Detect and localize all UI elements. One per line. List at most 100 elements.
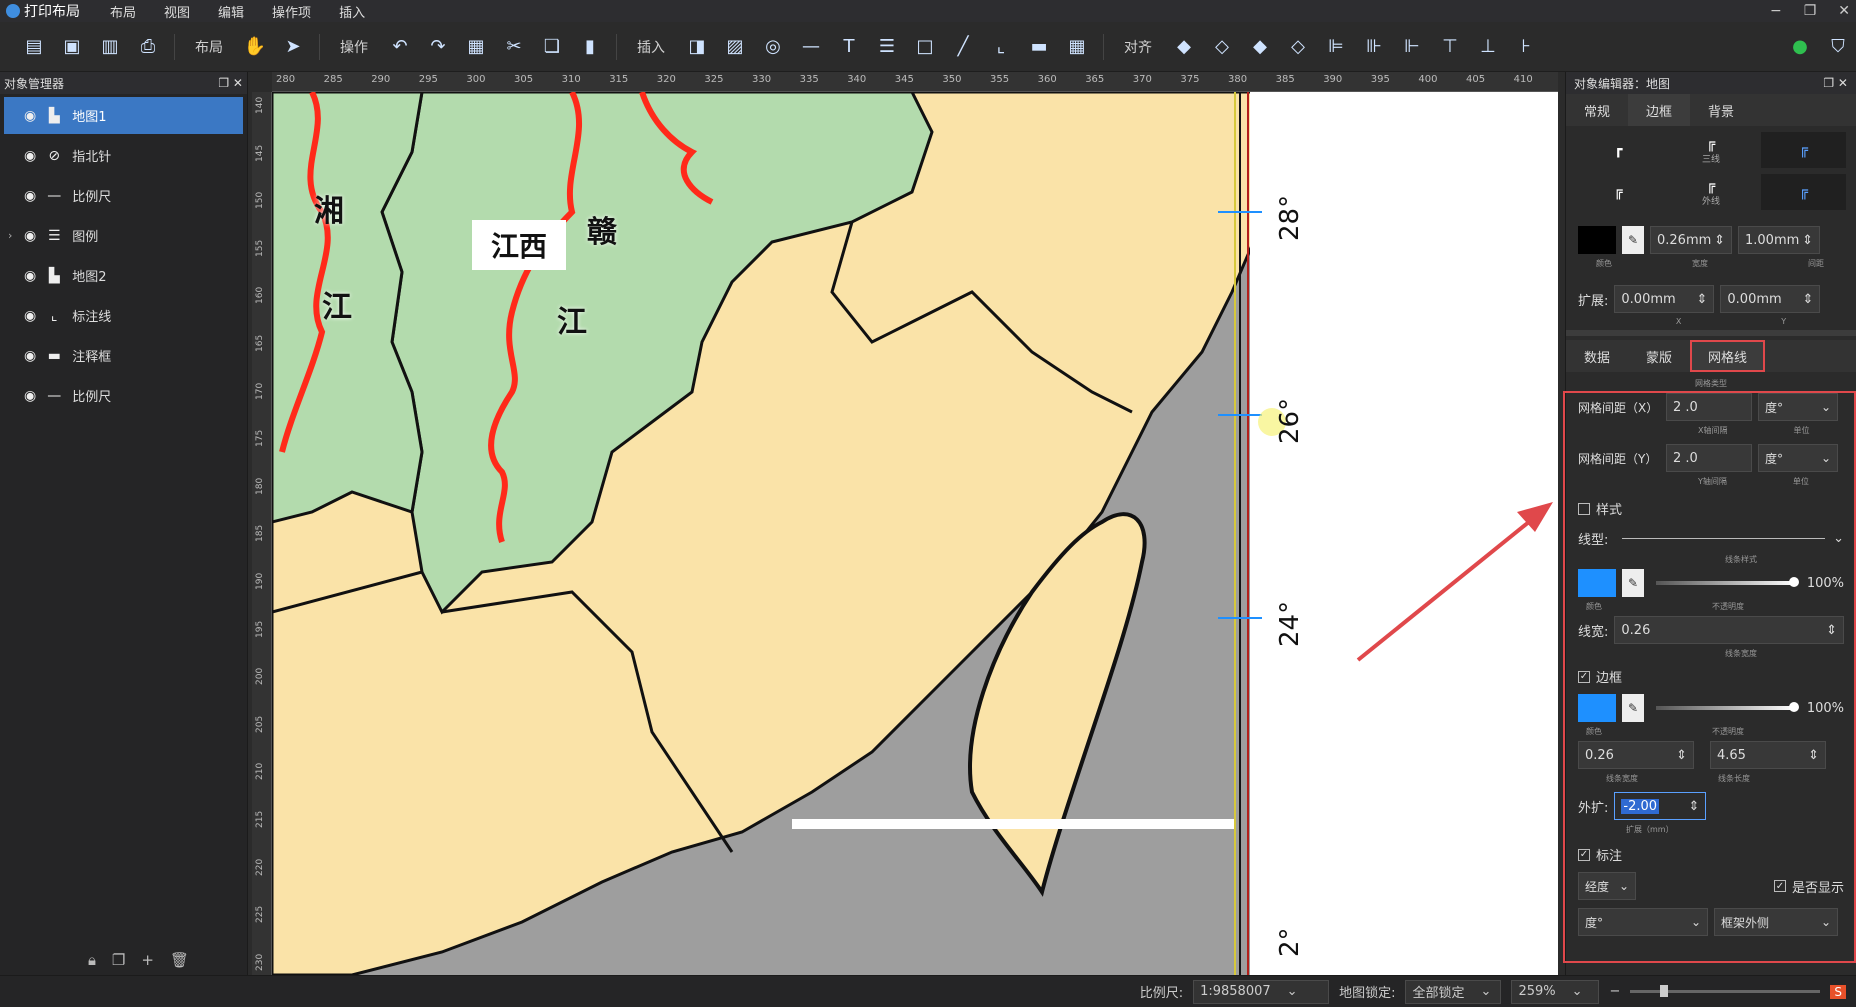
restore-icon[interactable]: ❐ [1804,0,1817,22]
insert-text-icon[interactable]: T [837,35,861,59]
align-center-h-icon[interactable]: ⊪ [1362,35,1386,59]
layer-bottom-icon[interactable]: ◇ [1286,35,1310,59]
menu-layout[interactable]: 布局 [96,2,150,21]
add-icon[interactable]: + [141,951,154,969]
eye-icon[interactable]: ◉ [24,308,36,324]
tab-gridlines[interactable]: 网格线 [1690,340,1766,372]
layer-top-icon[interactable]: ◆ [1172,35,1196,59]
chevron-right-icon[interactable]: › [8,229,12,242]
border-style-option[interactable]: ╔ 三线 [1669,132,1754,168]
lock-icon[interactable]: 🔒︎ [88,951,96,969]
map-icon: ▙ [48,267,60,284]
tab-border[interactable]: 边框 [1628,94,1691,126]
tree-item-map2[interactable]: ◉ ▙ 地图2 [4,257,243,294]
eye-icon[interactable]: ◉ [24,148,36,164]
insert-image-icon[interactable]: ▨ [723,35,747,59]
tab-mask[interactable]: 蒙版 [1628,340,1690,372]
insert-compass-icon[interactable]: ◎ [761,35,785,59]
align-right-icon[interactable]: ⊩ [1400,35,1424,59]
pan-hand-icon[interactable]: ✋ [243,35,267,59]
align-top-icon[interactable]: ⊤ [1438,35,1462,59]
insert-legend-icon[interactable]: ☰ [875,35,899,59]
border-style-option[interactable]: ╔ 外线 [1669,174,1754,210]
insert-table-icon[interactable]: ▦ [1065,35,1089,59]
tab-background[interactable]: 背景 [1690,94,1752,126]
eyedropper-icon[interactable]: ✎ [1622,226,1644,254]
border-style-option[interactable]: ╔ [1761,132,1846,168]
insert-line-icon[interactable]: ╱ [951,35,975,59]
menu-operations[interactable]: 操作项 [258,2,325,21]
open-icon[interactable]: ▥ [98,35,122,59]
minimize-icon[interactable]: − [1770,0,1782,22]
map-lock-select[interactable]: 全部锁定 ⌄ [1405,979,1502,1004]
menu-edit[interactable]: 编辑 [204,2,258,21]
border-style-option[interactable]: ┏ [1576,132,1661,168]
align-bottom-icon[interactable]: ⊦ [1514,35,1538,59]
ruler-tick-label: 325 [704,74,724,85]
print-icon[interactable]: ⎙ [136,35,160,59]
layout-canvas[interactable]: 湘 江 赣 江 江西 28° 26° 24° 2° [272,92,1558,975]
border-gap-spinner[interactable]: 1.00mm ⇕ [1738,226,1820,254]
zoom-select[interactable]: 259% ⌄ [1511,979,1600,1004]
tree-item-scalebar2[interactable]: ◉ — 比例尺 [4,377,243,414]
panel-float-close-icon[interactable]: ❐ ✕ [1823,76,1848,90]
select-pointer-icon[interactable]: ➤ [281,35,305,59]
select-all-icon[interactable]: ▦ [464,35,488,59]
eye-icon[interactable]: ◉ [24,348,36,364]
extend-x-spinner[interactable]: 0.00mm ⇕ [1614,285,1715,313]
duplicate-icon[interactable]: ❐ [112,951,125,969]
eye-icon[interactable]: ◉ [24,268,36,284]
delete-icon[interactable]: ▮ [578,35,602,59]
extend-y-spinner[interactable]: 0.00mm ⇕ [1720,285,1821,313]
tree-item-note-box[interactable]: ◉ ▬ 注释框 [4,337,243,374]
border-style-option[interactable]: ╔ [1576,174,1661,210]
trash-icon[interactable]: 🗑︎ [170,951,189,969]
close-icon[interactable]: ✕ [1838,0,1850,22]
spin-arrows-icon[interactable]: ⇕ [1802,233,1813,248]
tree-item-scalebar[interactable]: ◉ — 比例尺 [4,177,243,214]
insert-rectangle-icon[interactable]: □ [913,35,937,59]
eye-icon[interactable]: ◉ [24,228,36,244]
zoom-slider-knob[interactable] [1660,985,1669,997]
eye-icon[interactable]: ◉ [24,388,36,404]
insert-scalebar-icon[interactable]: — [799,35,823,59]
chevron-down-icon: ⌄ [1571,984,1583,999]
tree-item-map1[interactable]: ◉ ▙ 地图1 [4,97,243,134]
zoom-out-icon[interactable]: − [1609,984,1620,999]
redo-icon[interactable]: ↷ [426,35,450,59]
insert-map-icon[interactable]: ◨ [685,35,709,59]
cut-icon[interactable]: ✂ [502,35,526,59]
border-style-option[interactable]: ╔ [1761,174,1846,210]
tab-general[interactable]: 常规 [1566,94,1628,126]
save-icon[interactable]: ▣ [60,35,84,59]
insert-note-icon[interactable]: ▬ [1027,35,1051,59]
border-color-swatch[interactable] [1578,226,1616,254]
layer-up-icon[interactable]: ◇ [1210,35,1234,59]
align-left-icon[interactable]: ⊫ [1324,35,1348,59]
menu-view[interactable]: 视图 [150,2,204,21]
spin-arrows-icon[interactable]: ⇕ [1802,292,1813,307]
align-center-v-icon[interactable]: ⊥ [1476,35,1500,59]
tree-item-leader-line[interactable]: ◉ ⌞ 标注线 [4,297,243,334]
scale-select[interactable]: 1:9858007 ⌄ [1193,979,1330,1004]
insert-leader-icon[interactable]: ⌞ [989,35,1013,59]
copy-icon[interactable]: ❏ [540,35,564,59]
panel-float-close-icon[interactable]: ❐ ✕ [218,76,243,90]
refresh-icon[interactable]: ● [1788,35,1812,59]
border-width-spinner[interactable]: 0.26mm ⇕ [1650,226,1732,254]
spin-arrows-icon[interactable]: ⇕ [1696,292,1707,307]
tab-data[interactable]: 数据 [1566,340,1628,372]
grid-label-22: 2° [1275,927,1305,957]
undo-icon[interactable]: ↶ [388,35,412,59]
menu-insert[interactable]: 插入 [325,2,379,21]
shield-icon[interactable]: ⛉ [1826,35,1850,59]
zoom-slider[interactable] [1630,985,1821,997]
new-icon[interactable]: ▤ [22,35,46,59]
map1-frame[interactable] [272,92,1558,975]
tree-item-legend[interactable]: › ◉ ☰ 图例 [4,217,243,254]
layer-down-icon[interactable]: ◆ [1248,35,1272,59]
spin-arrows-icon[interactable]: ⇕ [1714,233,1725,248]
eye-icon[interactable]: ◉ [24,188,36,204]
eye-icon[interactable]: ◉ [24,108,36,124]
tree-item-compass[interactable]: ◉ ⊘ 指北针 [4,137,243,174]
